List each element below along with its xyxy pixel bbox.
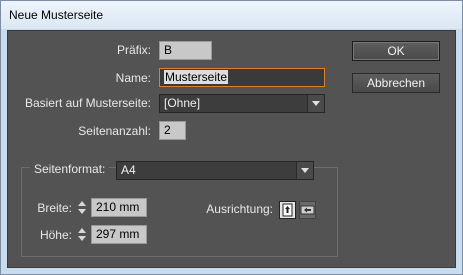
page-format-dropdown[interactable]: A4 [116,161,314,180]
width-input[interactable]: 210 mm [91,198,147,217]
height-label: Höhe: [39,228,72,242]
page-count-input[interactable]: 2 [159,121,186,140]
prefix-label: Präfix: [116,43,151,57]
orientation-label: Ausrichtung: [206,202,273,216]
spin-down-icon[interactable] [78,209,86,214]
based-on-label: Basiert auf Musterseite: [24,96,151,110]
spin-up-icon[interactable] [78,201,86,206]
portrait-orientation-icon[interactable] [279,201,296,219]
name-label: Name: [115,71,151,85]
chevron-down-icon[interactable] [307,95,324,112]
page-format-value: A4 [121,163,136,177]
prefix-input[interactable]: B [159,41,212,60]
height-spin-icon[interactable] [75,225,89,244]
width-spin-icon[interactable] [75,198,89,217]
based-on-value: [Ohne] [164,96,201,110]
title-bar[interactable]: Neue Musterseite [1,1,462,29]
cancel-button[interactable]: Abbrechen [352,73,440,93]
page-count-label: Seitenanzahl: [78,124,151,138]
name-input[interactable]: Musterseite [159,68,325,87]
height-input[interactable]: 297 mm [91,225,147,244]
window-title: Neue Musterseite [9,8,104,22]
based-on-dropdown[interactable]: [Ohne] [159,94,325,113]
dialog-body: Präfix: B Name: Musterseite Basiert auf … [7,30,456,268]
spin-down-icon[interactable] [78,236,86,241]
name-input-selected-text: Musterseite [164,70,229,84]
width-label: Breite: [37,201,72,215]
chevron-down-icon[interactable] [296,162,313,179]
spin-up-icon[interactable] [78,228,86,233]
new-master-page-dialog: Neue Musterseite Präfix: B Name: Musters… [0,0,463,275]
page-format-label: Seitenformat: [30,162,110,176]
landscape-orientation-icon[interactable] [299,201,316,219]
ok-button[interactable]: OK [352,41,440,61]
